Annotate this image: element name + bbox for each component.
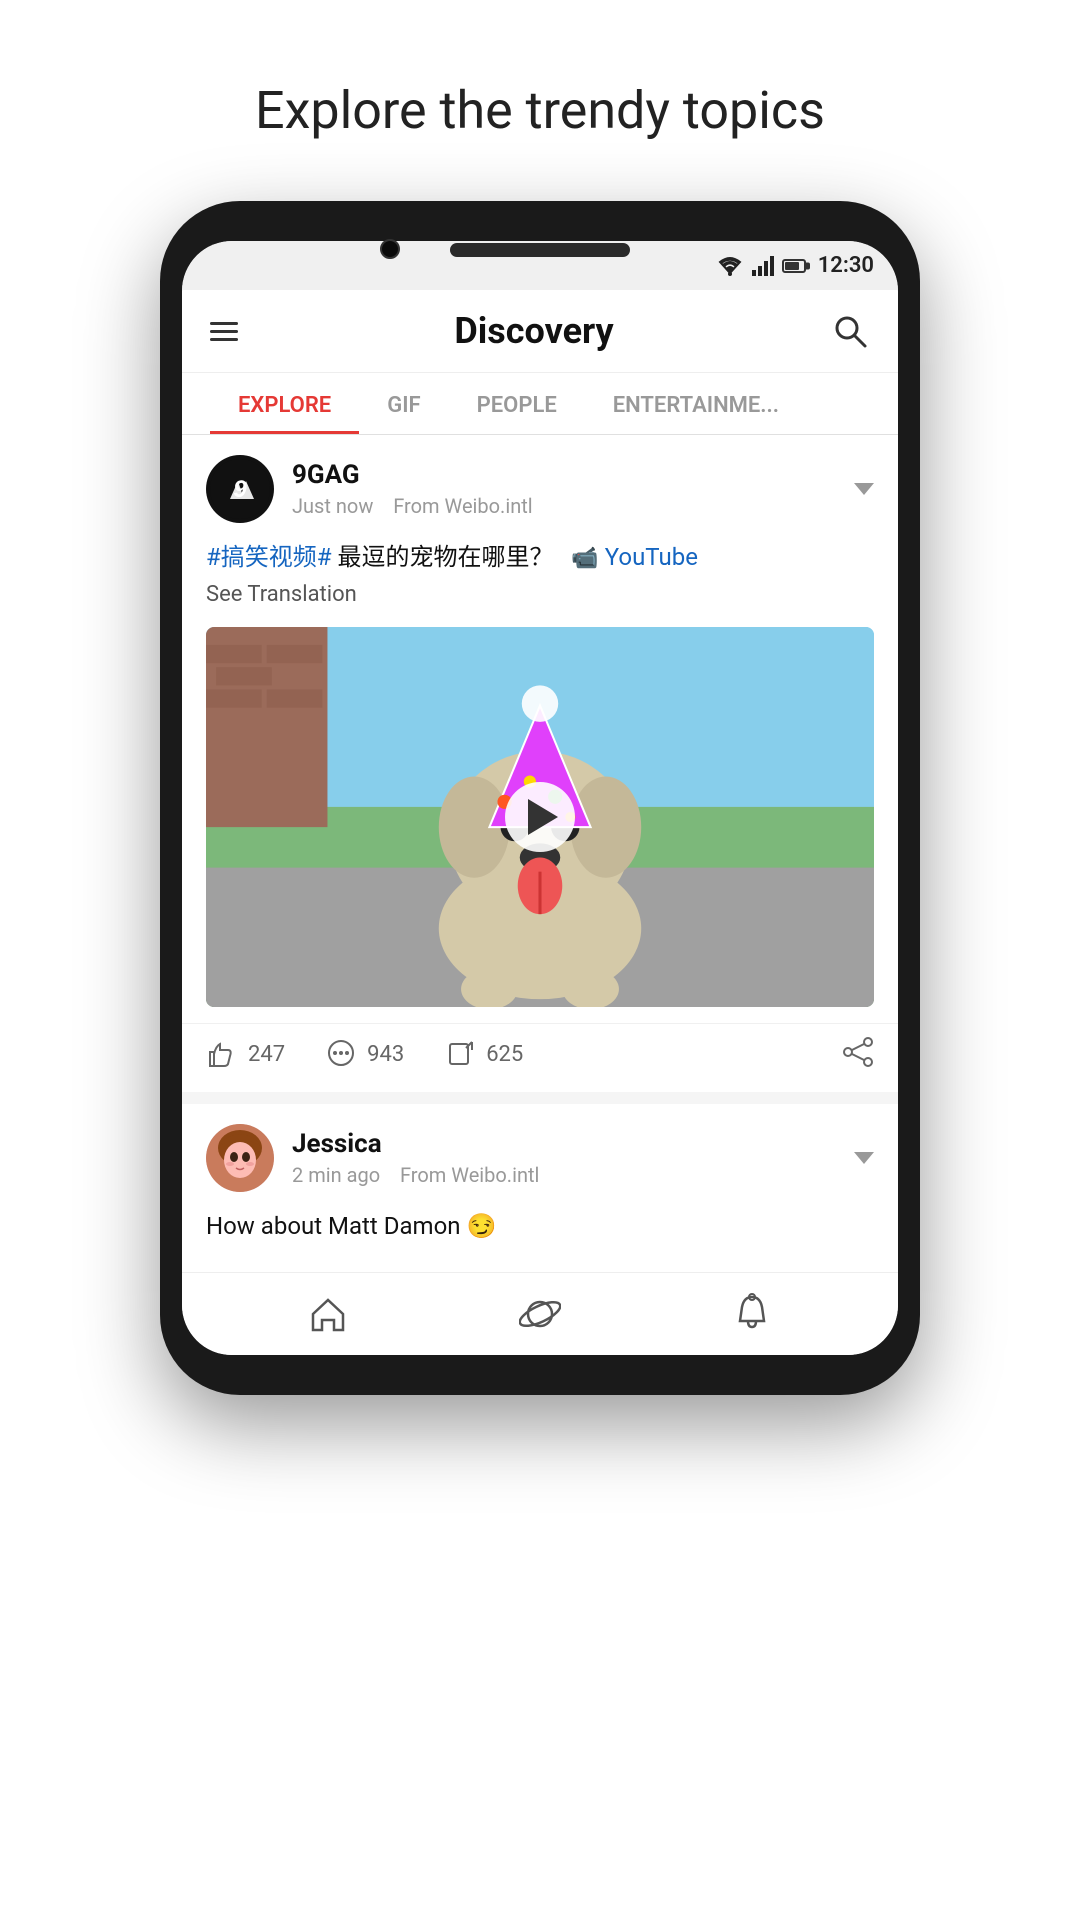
post-header: Jessica 2 min ago From Weibo.intl [182,1104,898,1208]
post-card: 9 9GAG Just now From Weibo.intl [182,435,898,1092]
chevron-down-icon[interactable] [854,483,874,495]
hashtag-link[interactable]: #搞笑视频# [206,543,332,571]
phone-screen: 12:30 Discovery EXPLORE GIF [182,241,898,1355]
phone-shell: 12:30 Discovery EXPLORE GIF [160,201,920,1395]
nav-home[interactable] [308,1294,348,1334]
feed: 9 9GAG Just now From Weibo.intl [182,435,898,1260]
post-info: 2 min ago From Weibo.intl [292,1163,854,1187]
post-author: Jessica [292,1129,854,1159]
chevron-down-icon[interactable] [854,1152,874,1164]
status-time: 12:30 [818,253,874,278]
home-icon [308,1294,348,1334]
see-translation-link[interactable]: See Translation [206,582,357,607]
post-meta: 9GAG Just now From Weibo.intl [274,460,854,518]
menu-icon[interactable] [210,322,238,341]
post-text: #搞笑视频# 最逗的宠物在哪里？ 📹 YouTube See Translati… [182,539,898,627]
youtube-link[interactable]: YouTube [605,543,698,571]
tab-people[interactable]: PEOPLE [449,373,585,434]
tabs-bar: EXPLORE GIF PEOPLE ENTERTAINME... [182,373,898,435]
comment-icon [325,1038,357,1070]
post-card: Jessica 2 min ago From Weibo.intl How ab… [182,1104,898,1260]
tab-gif[interactable]: GIF [359,373,448,434]
avatar: 9 [206,455,274,523]
play-triangle-icon [528,799,558,835]
share-action[interactable] [842,1036,874,1072]
phone-camera [380,239,400,259]
play-button[interactable] [505,782,575,852]
nav-discover[interactable] [519,1293,561,1335]
nav-notifications[interactable] [732,1293,772,1335]
like-action[interactable]: 247 [206,1038,285,1070]
post-author: 9GAG [292,460,854,490]
search-button[interactable] [830,311,870,351]
page-title: Explore the trendy topics [255,80,825,141]
app-header: Discovery [182,290,898,373]
status-bar: 12:30 [182,241,898,290]
avatar [206,1124,274,1192]
post-meta: Jessica 2 min ago From Weibo.intl [274,1129,854,1187]
like-count: 247 [248,1042,285,1067]
share-icon [842,1036,874,1068]
post-header: 9 9GAG Just now From Weibo.intl [182,435,898,539]
bell-icon [732,1293,772,1335]
status-icons [716,255,806,277]
planet-icon [519,1293,561,1335]
bottom-nav [182,1272,898,1355]
post-info: Just now From Weibo.intl [292,494,854,518]
post-actions: 247 943 [182,1023,898,1092]
wifi-icon [716,255,744,277]
repost-action[interactable]: 625 [444,1038,523,1070]
app-title: Discovery [238,310,830,352]
repost-icon [444,1038,476,1070]
video-thumbnail [206,627,874,1007]
post-text: How about Matt Damon 😏 [182,1208,898,1260]
comment-action[interactable]: 943 [325,1038,404,1070]
tab-explore[interactable]: EXPLORE [210,373,359,434]
signal-icon [752,256,774,276]
thumbs-up-icon [206,1038,238,1070]
battery-icon [782,259,806,273]
tab-entertainment[interactable]: ENTERTAINME... [585,373,807,434]
repost-count: 625 [486,1042,523,1067]
comment-count: 943 [367,1042,404,1067]
video-container[interactable] [206,627,874,1007]
